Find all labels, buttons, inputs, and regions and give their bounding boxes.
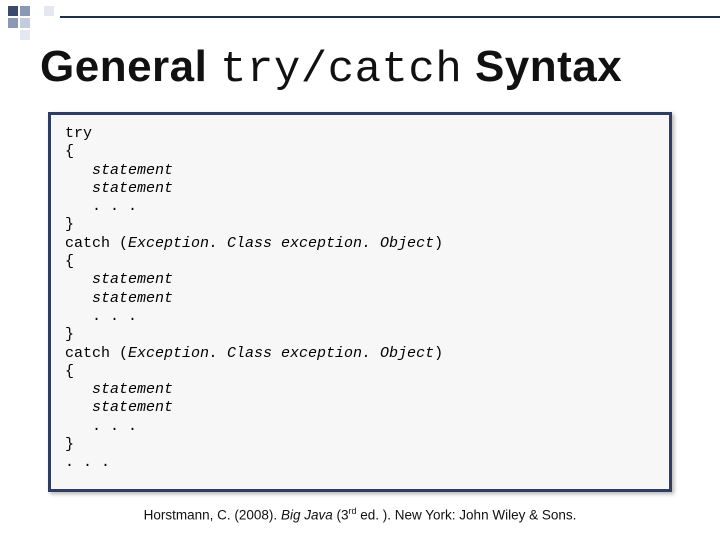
code-line: try [65,125,92,142]
code-block: try { statement statement . . . } catch … [48,112,672,492]
citation-edition-sup: rd [348,506,356,516]
code-line: catch ( [65,235,128,252]
code-line: } [65,216,74,233]
title-part1: General [40,42,220,91]
title-part2: Syntax [462,42,622,91]
slide-title: General try/catch Syntax [40,42,622,95]
code-line: catch ( [65,345,128,362]
code-line: statement [65,381,173,398]
citation-book: Big Java [281,507,333,522]
code-line: { [65,253,74,270]
citation-rest: ed. ). New York: John Wiley & Sons. [357,507,577,522]
code-line: statement [65,290,173,307]
code-line: } [65,436,74,453]
code-line: . . . [65,308,137,325]
code-line: statement [65,180,173,197]
top-rule [60,16,720,18]
code-line: . . . [65,418,137,435]
code-line: } [65,326,74,343]
code-line: Exception. Class exception. Object [128,235,434,252]
title-code: try/catch [220,45,462,95]
code-line: . . . [65,198,137,215]
citation: Horstmann, C. (2008). Big Java (3rd ed. … [0,506,720,523]
code-line: ) [434,235,443,252]
code-line: { [65,143,74,160]
citation-edition-open: (3 [333,507,349,522]
code-line: { [65,363,74,380]
citation-prefix: Horstmann, C. (2008). [144,507,281,522]
code-line: statement [65,162,173,179]
code-line: . . . [65,454,110,471]
code-line: ) [434,345,443,362]
code-line: statement [65,399,173,416]
code-line: Exception. Class exception. Object [128,345,434,362]
code-line: statement [65,271,173,288]
corner-decoration [8,6,54,40]
